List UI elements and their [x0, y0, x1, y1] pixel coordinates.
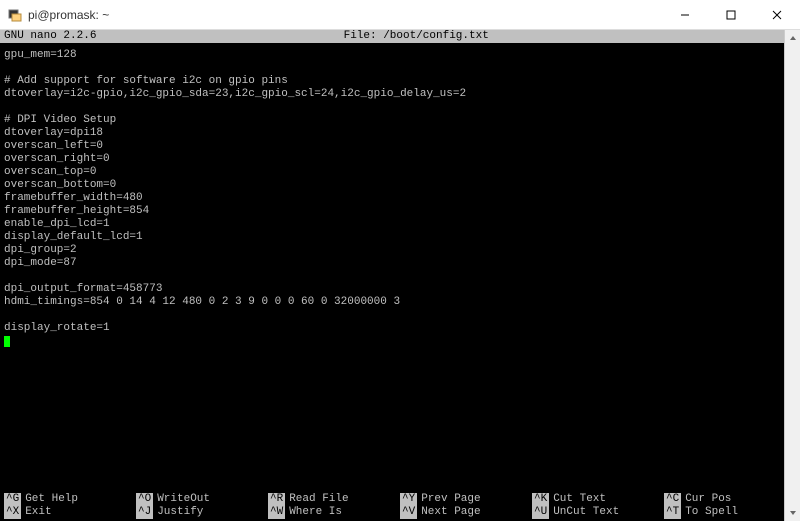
terminal[interactable]: GNU nano 2.2.6 File: /boot/config.txt gp…: [0, 30, 800, 521]
shortcut-next-page: ^V Next Page: [400, 506, 532, 519]
putty-icon: [8, 8, 22, 22]
shortcut-where-is: ^W Where Is: [268, 506, 400, 519]
shortcut-key: ^O: [136, 493, 153, 506]
shortcut-to-spell: ^T To Spell: [664, 506, 796, 519]
titlebar-left: pi@promask: ~: [8, 8, 109, 22]
shortcut-label: To Spell: [685, 506, 738, 519]
shortcut-read-file: ^R Read File: [268, 493, 400, 506]
shortcut-label: Prev Page: [421, 493, 480, 506]
shortcut-label: Read File: [289, 493, 348, 506]
shortcut-label: Exit: [25, 506, 51, 519]
shortcut-key: ^J: [136, 506, 153, 519]
shortcut-label: Cut Text: [553, 493, 606, 506]
window-controls: [662, 0, 800, 29]
shortcut-get-help: ^G Get Help: [4, 493, 136, 506]
shortcut-label: Cur Pos: [685, 493, 731, 506]
shortcut-label: Justify: [157, 506, 203, 519]
scrollbar[interactable]: [784, 30, 800, 521]
window-titlebar: pi@promask: ~: [0, 0, 800, 30]
nano-shortcuts: ^G Get Help ^O WriteOut ^R Read File ^Y Prev…: [0, 493, 800, 521]
shortcut-key: ^G: [4, 493, 21, 506]
shortcut-label: WriteOut: [157, 493, 210, 506]
editor-content: gpu_mem=128 # Add support for software i…: [4, 49, 466, 334]
nano-version: GNU nano 2.2.6: [4, 30, 96, 43]
shortcut-label: Get Help: [25, 493, 78, 506]
shortcut-key: ^X: [4, 506, 21, 519]
shortcut-label: UnCut Text: [553, 506, 619, 519]
maximize-button[interactable]: [708, 0, 754, 30]
editor-body[interactable]: gpu_mem=128 # Add support for software i…: [0, 43, 800, 493]
nano-header: GNU nano 2.2.6 File: /boot/config.txt: [0, 30, 800, 43]
shortcut-key: ^Y: [400, 493, 417, 506]
cursor: [4, 336, 10, 347]
scroll-up-button[interactable]: [785, 30, 800, 46]
shortcut-key: ^K: [532, 493, 549, 506]
shortcut-key: ^T: [664, 506, 681, 519]
shortcut-key: ^W: [268, 506, 285, 519]
shortcut-key: ^C: [664, 493, 681, 506]
shortcut-uncut-text: ^U UnCut Text: [532, 506, 664, 519]
shortcut-key: ^V: [400, 506, 417, 519]
close-button[interactable]: [754, 0, 800, 30]
shortcut-cur-pos: ^C Cur Pos: [664, 493, 796, 506]
shortcut-justify: ^J Justify: [136, 506, 268, 519]
scroll-down-button[interactable]: [785, 505, 800, 521]
window-title: pi@promask: ~: [28, 8, 109, 22]
shortcut-cut-text: ^K Cut Text: [532, 493, 664, 506]
minimize-button[interactable]: [662, 0, 708, 30]
shortcut-writeout: ^O WriteOut: [136, 493, 268, 506]
shortcut-key: ^R: [268, 493, 285, 506]
shortcut-label: Where Is: [289, 506, 342, 519]
shortcut-prev-page: ^Y Prev Page: [400, 493, 532, 506]
nano-file-label: File: /boot/config.txt: [96, 30, 736, 43]
shortcut-key: ^U: [532, 506, 549, 519]
shortcut-exit: ^X Exit: [4, 506, 136, 519]
shortcut-label: Next Page: [421, 506, 480, 519]
